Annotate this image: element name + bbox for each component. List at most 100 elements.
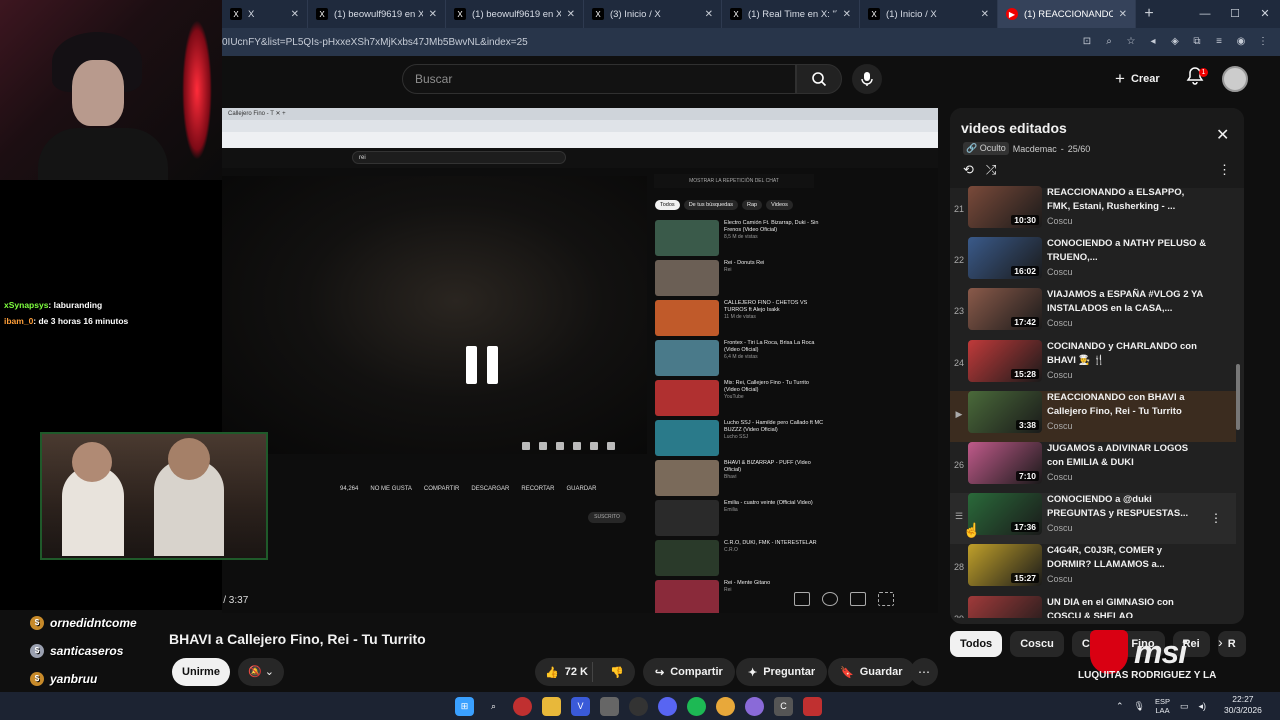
- taskbar-search-icon[interactable]: ⌕: [484, 697, 503, 716]
- like-count: 72 K: [564, 666, 588, 678]
- playlist-item-thumbnail: 16:02: [968, 237, 1042, 280]
- share-button[interactable]: ↪ Compartir: [643, 658, 735, 686]
- video-player[interactable]: Callejero Fino - T ✕ + rei 94,264 NO ME G…: [222, 108, 938, 613]
- profile-icon[interactable]: ◉: [1234, 35, 1248, 49]
- video-content-action: GUARDAR: [566, 486, 597, 492]
- video-content-rec-title: Electro Camión Ft. Bizarrap, Duki - Sin …: [724, 220, 819, 233]
- playlist-item[interactable]: 295:22UN DIA en el GIMNASIO con COSCU & …: [950, 595, 1236, 618]
- filter-chip[interactable]: Todos: [950, 631, 1003, 657]
- playlist-item-current[interactable]: ▶ 3:38 REACCIONANDO con BHAVI a Callejero …: [950, 390, 1236, 442]
- browser-menu-icon[interactable]: ⋮: [1256, 35, 1270, 49]
- reading-list-icon[interactable]: ≡: [1212, 35, 1226, 49]
- subtitles-icon[interactable]: [794, 592, 810, 606]
- playlist-item-channel: Coscu: [1047, 318, 1073, 329]
- playlist-scrollbar[interactable]: [1236, 188, 1240, 618]
- close-tab-icon[interactable]: ✕: [705, 9, 713, 20]
- create-button[interactable]: + Crear: [1115, 64, 1160, 94]
- related-video-item[interactable]: LUQUITAS RODRIGUEZ Y LA RESPUESTA QUE SE…: [950, 666, 1244, 692]
- video-content-youtube-header: rei: [222, 148, 938, 168]
- close-window-icon[interactable]: ✕: [1250, 0, 1280, 28]
- windows-start-icon[interactable]: ⊞: [455, 696, 474, 716]
- app-red-icon[interactable]: [513, 696, 532, 716]
- search-input[interactable]: Buscar: [402, 64, 796, 94]
- shuffle-icon[interactable]: ⤮: [986, 162, 996, 178]
- webcam-chair-light: [182, 20, 212, 160]
- close-icon[interactable]: ✕: [1216, 125, 1229, 145]
- browser-tab[interactable]: X (1) Real Time en X: "Toma ✕: [722, 0, 860, 28]
- playlist-item[interactable]: 26 7:10 JUGAMOS a ADIVINAR LOGOS con EMILI…: [950, 442, 1236, 493]
- browser-tab[interactable]: ▶ (1) REACCIONANDO ✕: [998, 0, 1136, 28]
- playlist-item[interactable]: 21 10:30 REACCIONANDO a ELSAPPO, FMK, Esta…: [950, 186, 1236, 237]
- voice-search-button[interactable]: [852, 64, 882, 94]
- app-grey-icon[interactable]: [600, 696, 619, 716]
- close-tab-icon[interactable]: ✕: [981, 9, 989, 20]
- filter-chip[interactable]: Coscu: [1010, 631, 1064, 657]
- playlist-item-thumbnail: 15:28: [968, 339, 1042, 382]
- playlist-owner[interactable]: Macdemac: [1013, 144, 1057, 154]
- item-menu-icon[interactable]: ⋮: [1210, 511, 1222, 525]
- sound-icon[interactable]: ◂): [1199, 701, 1207, 712]
- bookmark-star-icon[interactable]: ☆: [1124, 35, 1138, 49]
- network-icon[interactable]: ▭: [1180, 701, 1189, 712]
- browser-tab[interactable]: X (3) Inicio / X ✕: [584, 0, 722, 28]
- playlist-item-channel: Coscu: [1047, 420, 1073, 431]
- miniplayer-icon[interactable]: [850, 592, 866, 606]
- playlist-item-title: JUGAMOS a ADIVINAR LOGOS con EMILIA & DU…: [1047, 443, 1189, 468]
- pause-icon[interactable]: [466, 346, 498, 384]
- tray-chevron-icon[interactable]: ⌃: [1116, 701, 1124, 712]
- minimize-icon[interactable]: —: [1190, 0, 1220, 28]
- settings-icon[interactable]: [822, 592, 838, 606]
- app-video-icon[interactable]: [803, 696, 822, 716]
- account-avatar[interactable]: [1222, 66, 1248, 92]
- ask-button[interactable]: ✦ Preguntar: [736, 658, 828, 686]
- join-button[interactable]: Unirme: [172, 658, 230, 686]
- file-explorer-icon[interactable]: [542, 696, 561, 716]
- video-content-rec-title: Frontex - Tiri La Roca, Brisa La Roca (V…: [724, 340, 815, 353]
- install-icon[interactable]: ⊡: [1080, 35, 1094, 49]
- maximize-icon[interactable]: ☐: [1220, 0, 1250, 28]
- app-v-icon[interactable]: V: [571, 696, 590, 716]
- spotify-icon[interactable]: [687, 696, 706, 716]
- dislike-button[interactable]: 👎: [599, 666, 635, 679]
- loop-icon[interactable]: ⟲: [963, 162, 974, 178]
- drag-handle-icon[interactable]: ☰: [950, 493, 968, 522]
- playlist-item-title: CONOCIENDO a NATHY PELUSO & TRUENO,...: [1047, 238, 1207, 264]
- app-purple-icon[interactable]: [745, 696, 764, 716]
- fullscreen-icon[interactable]: [878, 592, 894, 606]
- close-tab-icon[interactable]: ✕: [429, 9, 437, 20]
- url-field[interactable]: 0IUcnFY&list=PL5QIs-pHxxeXSh7xMjKxbs47JM…: [222, 37, 822, 48]
- playlist-item[interactable]: 23 17:42 VIAJAMOS a ESPAÑA #VLOG 2 YA INST…: [950, 288, 1236, 339]
- video-content-rec-meta: YouTube: [724, 394, 744, 400]
- search-button[interactable]: [796, 64, 842, 94]
- taskbar-clock[interactable]: 22:27 30/3/2026: [1224, 694, 1262, 716]
- language-indicator[interactable]: ESP LAA: [1155, 697, 1170, 715]
- close-tab-icon[interactable]: ✕: [843, 9, 851, 20]
- tray-mic-icon[interactable]: 🎙: [1134, 701, 1145, 712]
- chrome-icon[interactable]: [716, 696, 735, 716]
- notification-settings-button[interactable]: 🔕 ⌄: [238, 658, 284, 686]
- zoom-icon[interactable]: ⌕: [1102, 35, 1116, 49]
- playlist-item[interactable]: 28 15:27 C4G4R, C0J3R, COMER y DORMIR? LLA…: [950, 544, 1236, 595]
- like-button[interactable]: 👍 72 K: [535, 662, 593, 682]
- new-tab-icon[interactable]: +: [1136, 5, 1162, 23]
- close-tab-icon[interactable]: ✕: [567, 9, 575, 20]
- close-tab-icon[interactable]: ✕: [291, 9, 299, 20]
- playlist-item[interactable]: 24 15:28 COCINANDO y CHARLANDO con BHAVI 👨…: [950, 339, 1236, 391]
- x-icon: X: [868, 8, 880, 20]
- browser-tab[interactable]: X (1) Inicio / X ✕: [860, 0, 998, 28]
- extension-icon[interactable]: ◈: [1168, 35, 1182, 49]
- playlist-menu-icon[interactable]: ⋮: [1218, 162, 1231, 178]
- obs-icon[interactable]: [629, 696, 648, 716]
- discord-icon[interactable]: [658, 696, 677, 716]
- save-button[interactable]: 🔖 Guardar: [828, 658, 915, 686]
- bookmark-icon: 🔖: [840, 666, 854, 679]
- playlist-item[interactable]: 22 16:02 CONOCIENDO a NATHY PELUSO & TRUEN…: [950, 237, 1236, 288]
- close-tab-icon[interactable]: ✕: [1119, 9, 1127, 20]
- playlist-item[interactable]: ☰ 17:36 CONOCIENDO a @duki PREGUNTAS y RES…: [950, 493, 1236, 545]
- extensions-puzzle-icon[interactable]: ⧉: [1190, 35, 1204, 49]
- more-actions-button[interactable]: ⋯: [910, 658, 938, 686]
- app-c-icon[interactable]: C: [774, 696, 793, 716]
- browser-tab[interactable]: X (1) beowulf9619 en X: ""Li ✕: [446, 0, 584, 28]
- browser-tab[interactable]: X (1) beowulf9619 en X: ""Li ✕: [308, 0, 446, 28]
- volume-icon[interactable]: ◂: [1146, 35, 1160, 49]
